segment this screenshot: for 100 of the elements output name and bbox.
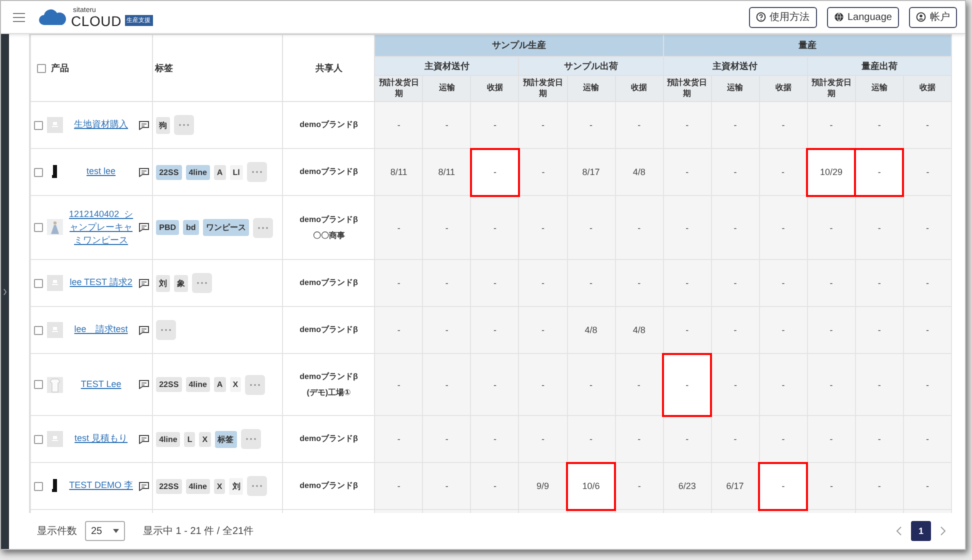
product-link[interactable]: TEST Lee — [67, 378, 136, 392]
image-placeholder-icon — [47, 322, 63, 338]
more-button[interactable] — [174, 115, 194, 135]
date-cell: - — [615, 196, 664, 260]
subgroup-header: 量産出荷 — [807, 56, 952, 76]
more-button[interactable] — [156, 320, 176, 340]
date-cell: - — [903, 148, 952, 196]
menu-icon[interactable] — [13, 12, 25, 22]
date-cell: - — [615, 462, 664, 510]
date-cell: - — [518, 260, 568, 306]
group-header: 量産 — [663, 34, 952, 56]
comment-icon[interactable] — [139, 326, 150, 334]
more-button[interactable] — [252, 218, 273, 238]
tag: 刘 — [156, 274, 170, 292]
date-cell: - — [663, 416, 712, 462]
date-cell: - — [567, 260, 616, 306]
checkbox[interactable] — [34, 120, 43, 130]
image-placeholder-icon — [47, 431, 63, 447]
date-cell: - — [615, 354, 664, 416]
comment-icon[interactable] — [139, 120, 150, 130]
date-cell: - — [422, 196, 471, 260]
comment-icon[interactable] — [139, 434, 150, 444]
date-cell: 8/17 — [567, 148, 616, 196]
column-header: 标签 — [152, 34, 283, 102]
tag: 4line — [156, 432, 180, 446]
more-button[interactable] — [247, 476, 268, 496]
column-header: 收据 — [470, 76, 519, 102]
date-cell: - — [567, 416, 616, 462]
header-button[interactable]: 帐户 — [909, 6, 957, 28]
date-cell: 4/8 — [567, 306, 616, 354]
tag: X — [199, 432, 211, 446]
sidebar-toggle[interactable] — [1, 34, 9, 549]
product-link[interactable]: 生地資材購入 — [67, 118, 136, 132]
sharer-name: demoブランドβ — [298, 119, 359, 132]
caret-icon — [113, 529, 119, 533]
checkbox[interactable] — [34, 434, 43, 444]
date-cell: - — [374, 462, 423, 510]
date-cell: - — [903, 462, 952, 510]
more-button[interactable] — [245, 374, 266, 394]
checkbox[interactable] — [34, 380, 43, 389]
product-link[interactable]: test lee — [67, 165, 136, 179]
user-icon — [916, 12, 926, 22]
checkbox[interactable] — [34, 222, 43, 232]
date-cell: - — [615, 260, 664, 306]
date-cell: 4/8 — [615, 148, 664, 196]
product-link[interactable]: test 見積もり — [67, 432, 136, 446]
comment-icon[interactable] — [139, 482, 150, 490]
date-cell: - — [855, 196, 904, 260]
checkbox[interactable] — [37, 64, 46, 72]
date-cell: - — [807, 462, 856, 510]
date-cell: - — [903, 102, 952, 148]
date-cell: - — [663, 148, 712, 196]
date-cell: - — [663, 102, 712, 148]
product-link[interactable]: TEST DEMO 李 — [67, 479, 136, 493]
date-cell: - — [518, 196, 568, 260]
tag: 4line — [186, 478, 210, 494]
checkbox[interactable] — [34, 278, 43, 288]
date-cell: - — [711, 306, 760, 354]
comment-icon[interactable] — [139, 168, 150, 176]
column-header: 运输 — [711, 76, 760, 102]
chevron-right-icon — [3, 288, 7, 294]
more-button[interactable] — [240, 429, 261, 449]
date-cell: - — [903, 416, 952, 462]
date-cell: - — [759, 354, 808, 416]
comment-icon[interactable] — [139, 380, 150, 389]
date-cell: - — [518, 148, 568, 196]
date-cell: - — [470, 102, 519, 148]
help-icon — [756, 12, 766, 22]
date-cell: 8/11 — [422, 148, 471, 196]
more-button[interactable] — [246, 162, 267, 182]
comment-icon[interactable] — [139, 222, 150, 232]
group-header: サンプル生産 — [374, 34, 664, 56]
checkbox[interactable] — [34, 326, 43, 334]
date-cell: - — [711, 416, 760, 462]
date-cell: - — [374, 416, 423, 462]
page-size-select[interactable]: 25 — [85, 521, 125, 541]
date-cell: - — [470, 306, 519, 354]
page-button[interactable]: 1 — [911, 521, 931, 541]
date-cell: - — [518, 416, 568, 462]
checkbox[interactable] — [34, 168, 43, 176]
previous-page-icon[interactable] — [895, 526, 903, 536]
tag: L — [184, 432, 196, 446]
date-cell: - — [807, 354, 856, 416]
subgroup-header: サンプル出荷 — [518, 56, 664, 76]
date-cell: - — [567, 102, 616, 148]
product-link[interactable]: lee 請求test — [67, 323, 136, 337]
product-link[interactable]: lee TEST 請求2 — [67, 276, 136, 290]
header-button[interactable]: Language — [826, 6, 899, 28]
next-page-icon[interactable] — [939, 526, 947, 536]
date-cell: - — [567, 196, 616, 260]
tag: 刘 — [229, 478, 244, 494]
header-button[interactable]: 使用方法 — [748, 6, 816, 28]
date-cell: - — [374, 102, 423, 148]
more-button[interactable] — [192, 273, 212, 293]
tag: bd — [183, 220, 199, 235]
date-cell: - — [470, 462, 519, 510]
comment-icon[interactable] — [139, 278, 150, 288]
date-cell: - — [807, 102, 856, 148]
sharer-name: demoブランドβ — [298, 277, 359, 290]
checkbox[interactable] — [34, 482, 43, 490]
